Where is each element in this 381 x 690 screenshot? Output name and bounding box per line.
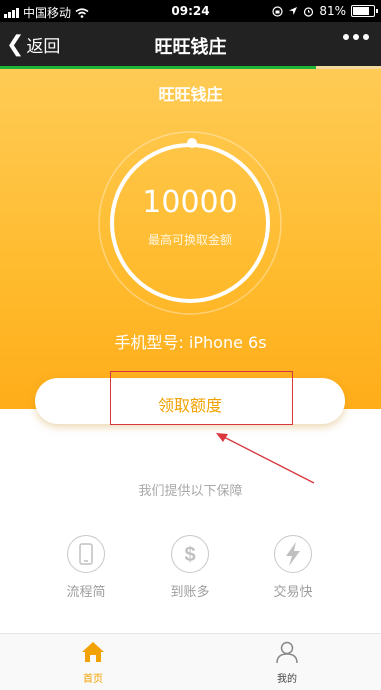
max-amount: 10000 — [142, 185, 238, 220]
claim-quota-label: 领取额度 — [157, 396, 222, 415]
tab-bar: 首页 我的 — [0, 633, 381, 690]
svg-text:$: $ — [184, 544, 195, 566]
battery-icon — [351, 5, 378, 17]
feature-more-funds: $ 到账多 — [150, 535, 230, 600]
tab-home[interactable]: 首页 — [53, 640, 133, 685]
feature-fast-trade: 交易快 — [253, 535, 333, 600]
more-button[interactable] — [343, 34, 369, 40]
ring-icon — [98, 131, 282, 315]
tab-mine-label: 我的 — [277, 674, 297, 685]
feature-label: 流程简 — [66, 585, 106, 600]
guarantee-features: 流程简 $ 到账多 交易快 — [0, 535, 381, 605]
orientation-lock-icon — [272, 5, 283, 17]
status-bar: 中国移动 09:24 81% — [0, 0, 381, 22]
dollar-icon: $ — [171, 535, 209, 573]
more-dot-icon — [363, 34, 369, 40]
nav-title: 旺旺钱庄 — [154, 37, 227, 58]
tab-mine[interactable]: 我的 — [247, 640, 327, 685]
user-icon — [276, 641, 298, 664]
phone-model: 手机型号: iPhone 6s — [114, 333, 267, 352]
more-dot-icon — [343, 34, 349, 40]
battery-fill — [353, 7, 370, 15]
hero-banner: 旺旺钱庄 10000 最高可换取金额 手机型号: iPhone 6s — [0, 69, 381, 409]
feature-label: 交易快 — [273, 585, 313, 600]
guarantee-title: 我们提供以下保障 — [138, 484, 243, 499]
max-amount-label: 最高可换取金额 — [147, 233, 232, 247]
claim-quota-button[interactable]: 领取额度 — [35, 378, 345, 424]
nav-bar: ❮ 返回 旺旺钱庄 — [0, 22, 381, 66]
hero-title: 旺旺钱庄 — [158, 85, 223, 104]
feature-label: 到账多 — [170, 585, 210, 600]
status-right: 81% — [272, 4, 378, 18]
tab-home-label: 首页 — [83, 674, 103, 685]
home-icon — [82, 642, 104, 662]
more-dot-icon — [353, 34, 359, 40]
battery-percent: 81% — [319, 4, 346, 18]
alarm-icon — [304, 6, 314, 17]
location-icon — [289, 7, 298, 15]
lightning-icon — [274, 535, 312, 573]
phone-icon — [67, 535, 105, 573]
amount-ring: 10000 最高可换取金额 — [96, 129, 284, 317]
feature-simple-process: 流程简 — [46, 535, 126, 600]
